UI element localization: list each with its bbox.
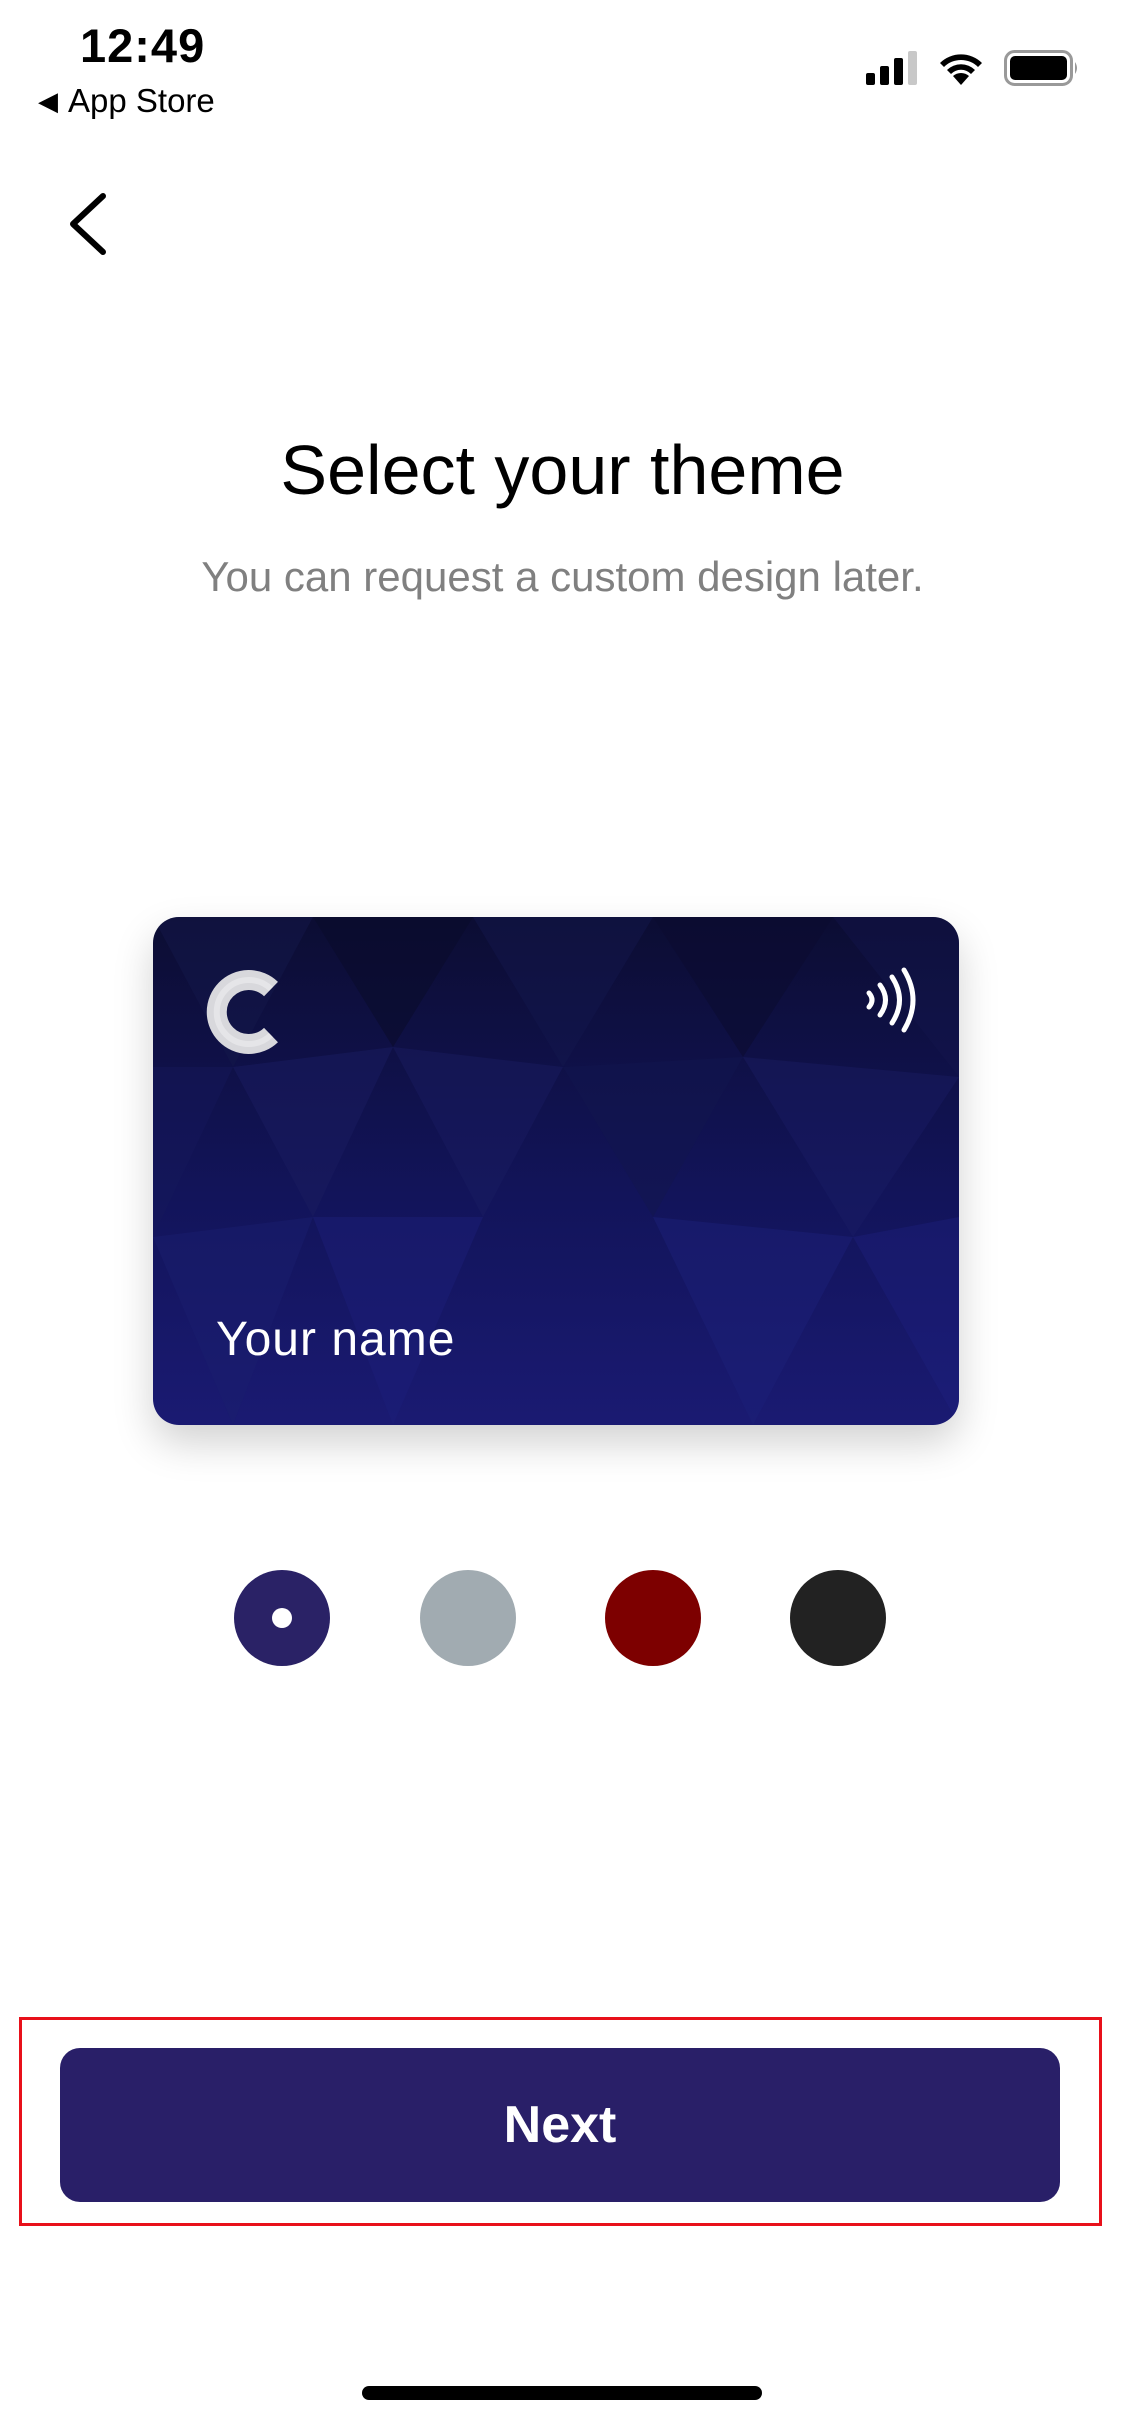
page-title: Select your theme <box>280 431 845 509</box>
card-holder-name: Your name <box>216 1313 456 1366</box>
selected-indicator <box>272 1608 292 1628</box>
home-indicator <box>362 2386 762 2400</box>
back-triangle-icon: ◀ <box>38 85 58 116</box>
c-logo-icon <box>206 970 278 1054</box>
theme-swatch-black[interactable] <box>790 1570 886 1666</box>
chevron-left-icon <box>70 193 106 255</box>
theme-swatch-navy[interactable] <box>234 1570 330 1666</box>
back-button[interactable] <box>52 184 122 264</box>
status-time: 12:49 <box>80 19 206 72</box>
theme-swatches <box>0 1570 1125 1666</box>
cellular-signal-icon <box>866 51 917 85</box>
status-icons <box>866 50 1080 86</box>
theme-swatch-gray[interactable] <box>420 1570 516 1666</box>
next-button[interactable]: Next <box>60 2048 1060 2202</box>
card-preview: Your name <box>153 917 959 1425</box>
theme-swatch-red[interactable] <box>605 1570 701 1666</box>
back-to-app-link[interactable]: ◀ App Store <box>38 82 215 120</box>
wifi-icon <box>940 54 982 85</box>
back-app-label: App Store <box>68 82 215 119</box>
contactless-icon <box>866 967 916 1033</box>
page-subtitle: You can request a custom design later. <box>201 553 924 600</box>
battery-icon <box>1004 50 1077 86</box>
